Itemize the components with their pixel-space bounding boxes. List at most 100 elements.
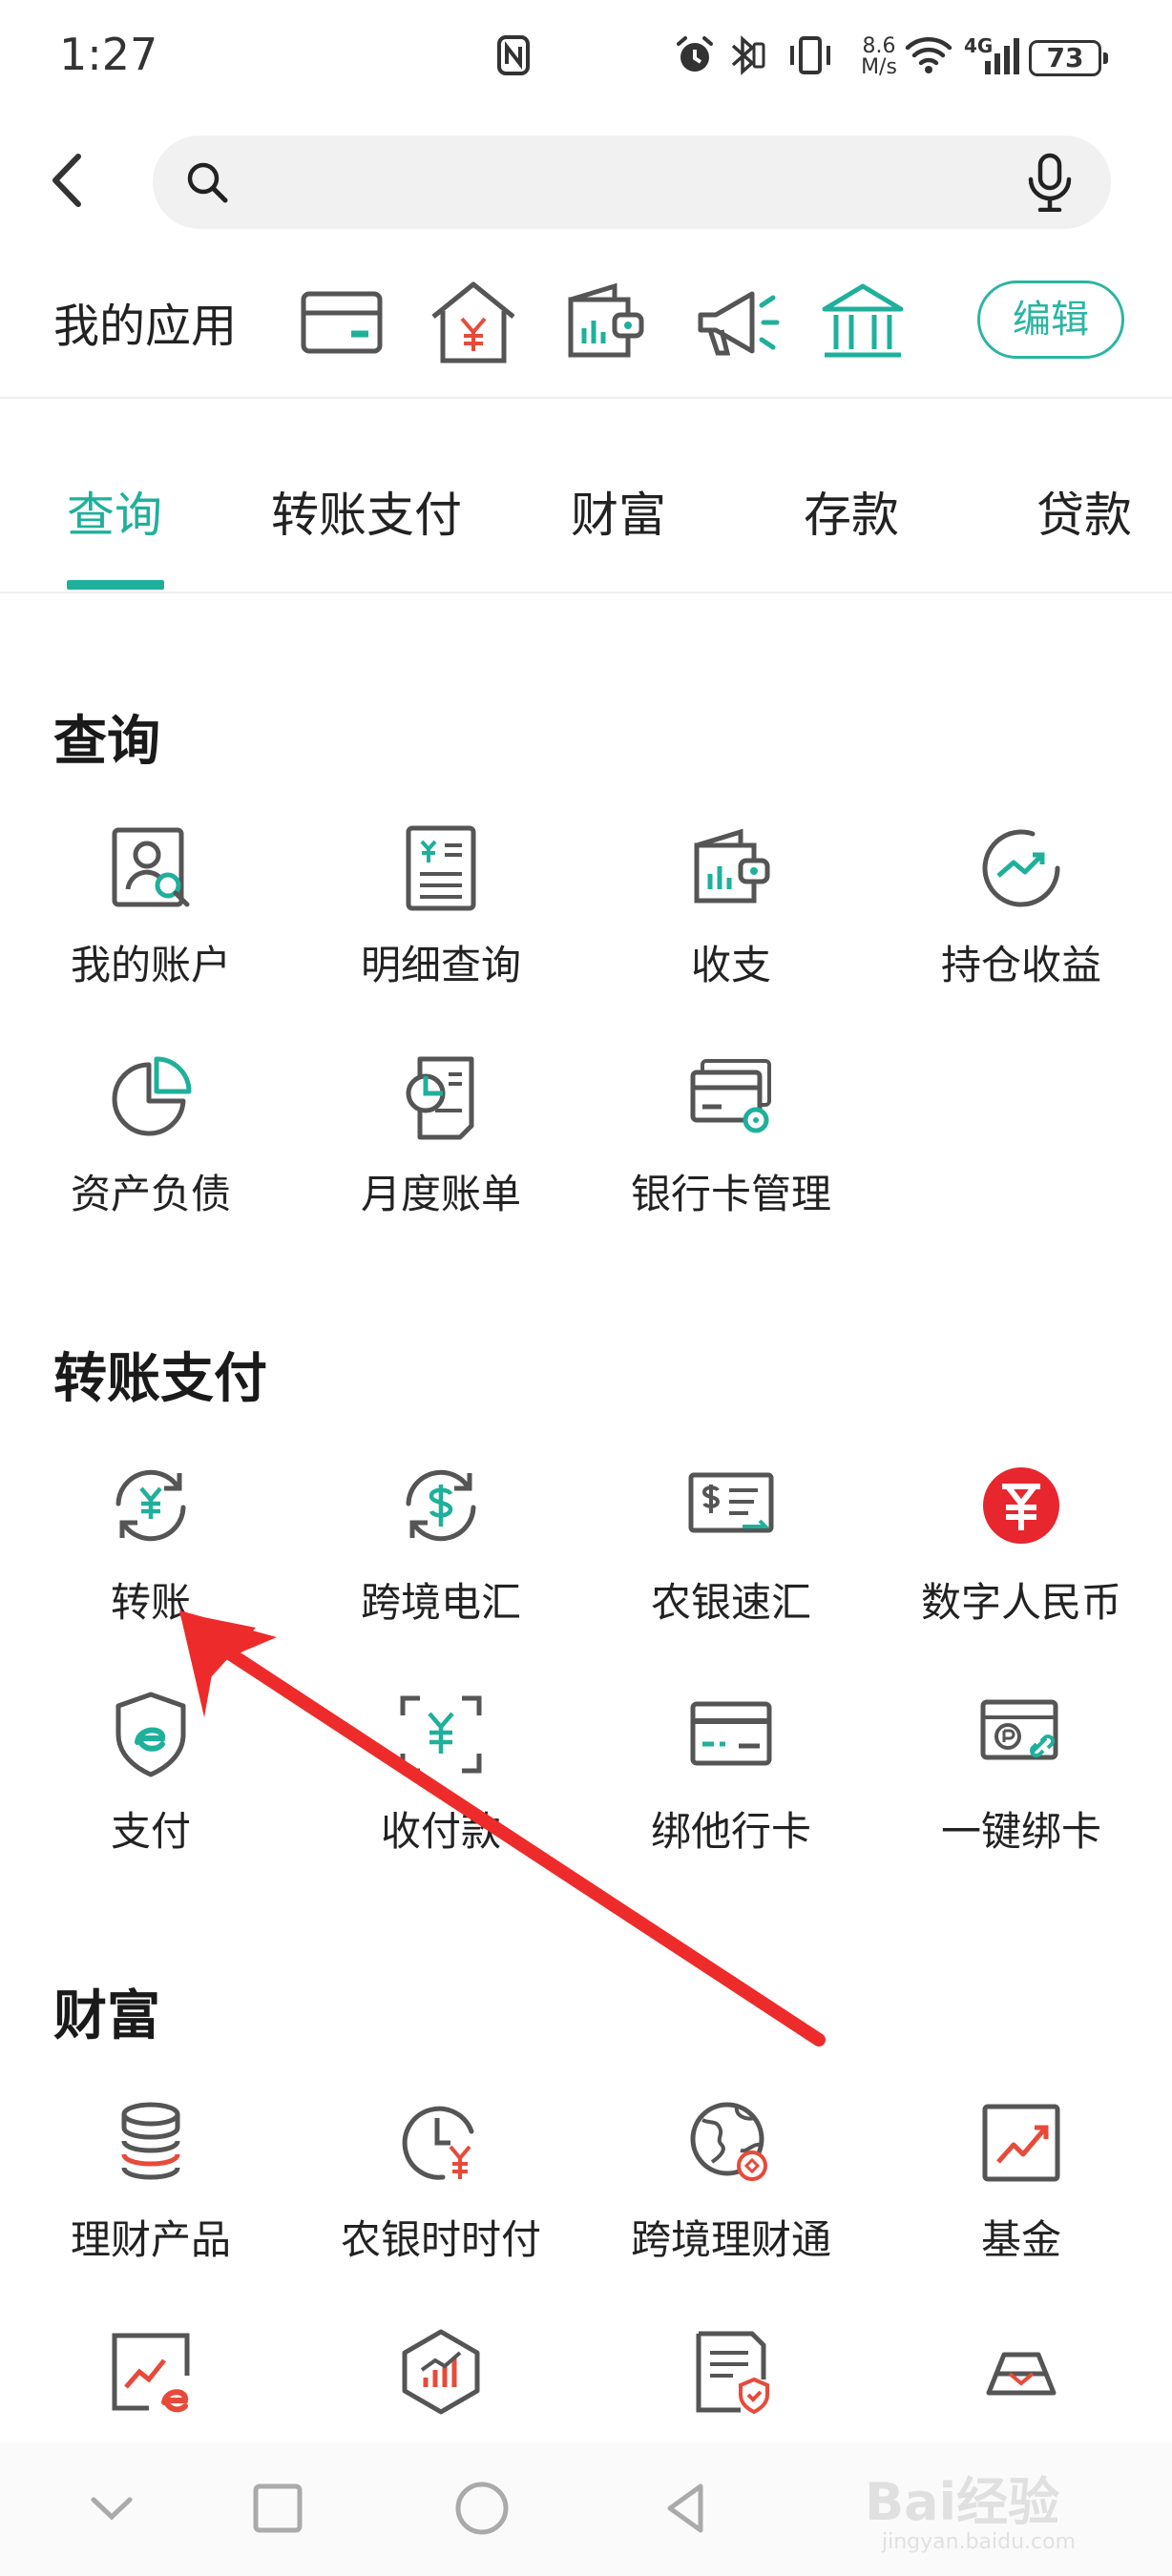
divider — [0, 592, 1172, 593]
wealth-item-fund[interactable]: 基金 — [878, 2097, 1164, 2266]
card-settings-icon — [690, 1059, 771, 1133]
tab-deposit[interactable]: 存款 — [804, 477, 899, 546]
item-label: 跨境电汇 — [360, 1579, 521, 1626]
transfer-item-bind-other-card[interactable]: 绑他行卡 — [588, 1689, 874, 1858]
item-label: 绑他行卡 — [650, 1808, 811, 1855]
edit-button[interactable]: 编辑 — [977, 280, 1124, 359]
e-chart-icon — [112, 2333, 190, 2413]
hexagon-chart-icon — [402, 2329, 480, 2415]
wealth-item-gold[interactable] — [878, 2326, 1164, 2418]
watermark-logo: Bai经验 — [865, 2472, 1060, 2532]
wealth-item-financial-products[interactable]: 理财产品 — [8, 2097, 294, 2266]
card-link-icon — [980, 1699, 1058, 1760]
divider — [0, 397, 1172, 399]
search-input[interactable] — [248, 155, 977, 212]
coin-stack-icon — [121, 2102, 180, 2180]
watermark-url: jingyan.baidu.com — [882, 2530, 1077, 2554]
search-icon — [187, 162, 228, 203]
vibrate-icon — [786, 32, 834, 78]
query-item-card-management[interactable]: 银行卡管理 — [588, 1051, 874, 1220]
tab-active-indicator — [67, 580, 164, 590]
item-label: 我的账户 — [70, 942, 231, 988]
item-label: 月度账单 — [360, 1171, 521, 1217]
microphone-icon[interactable] — [1023, 153, 1077, 212]
item-label: 基金 — [980, 2216, 1061, 2263]
network-type: 4G — [964, 34, 994, 57]
item-label: 收支 — [690, 942, 771, 988]
transfer-item-one-click-bind[interactable]: 一键绑卡 — [878, 1689, 1164, 1858]
network-speed: 8.6 M/s — [861, 34, 897, 79]
item-label: 数字人民币 — [920, 1579, 1121, 1626]
wallet-chart-icon — [694, 828, 770, 904]
fund-chart-icon — [982, 2104, 1060, 2182]
trend-circle-icon — [982, 829, 1060, 907]
item-label: 农银时时付 — [340, 2216, 541, 2263]
query-item-income-expense[interactable]: 收支 — [588, 822, 874, 991]
pie-chart-icon — [112, 1056, 192, 1136]
transfer-item-receive-pay[interactable]: 收付款 — [298, 1689, 584, 1858]
wealth-item-abc-anytime-pay[interactable]: 农银时时付 — [298, 2097, 584, 2266]
tab-transfer-payment[interactable]: 转账支付 — [271, 477, 462, 546]
item-label: 理财产品 — [70, 2216, 231, 2263]
account-search-icon — [112, 827, 190, 907]
alarm-icon — [674, 32, 716, 78]
tab-query[interactable]: 查询 — [67, 477, 162, 546]
item-label: 跨境理财通 — [630, 2216, 831, 2263]
wealth-item-document-shield[interactable] — [588, 2326, 874, 2418]
wallet-chart-icon[interactable] — [559, 277, 651, 368]
watermark: Bai经验 jingyan.baidu.com — [859, 2442, 1164, 2576]
home-icon[interactable] — [449, 2475, 515, 2542]
status-time: 1:27 — [59, 29, 158, 80]
scan-yuan-icon — [400, 1695, 482, 1774]
query-item-assets-liabilities[interactable]: 资产负债 — [8, 1051, 294, 1220]
e-pay-shield-icon — [115, 1692, 186, 1777]
query-item-monthly-bill[interactable]: 月度账单 — [298, 1051, 584, 1220]
query-item-statement[interactable]: 明细查询 — [298, 822, 584, 991]
query-item-my-account[interactable]: 我的账户 — [8, 822, 294, 991]
transfer-item-transfer[interactable]: 转账 — [8, 1460, 294, 1629]
my-apps-label: 我的应用 — [53, 300, 238, 353]
wifi-icon — [905, 32, 952, 78]
query-item-position-income[interactable]: 持仓收益 — [878, 822, 1164, 991]
monthly-bill-icon — [406, 1056, 474, 1140]
tab-loan[interactable]: 贷款 — [1036, 477, 1132, 546]
gold-bar-icon — [986, 2352, 1057, 2396]
item-label: 农银速汇 — [650, 1579, 811, 1626]
item-label: 一键绑卡 — [940, 1808, 1101, 1855]
nfc-icon — [494, 32, 533, 78]
clock-yuan-icon — [402, 2106, 474, 2180]
item-label: 持仓收益 — [940, 942, 1101, 988]
wealth-item-hexagon-chart[interactable] — [298, 2326, 584, 2418]
dollar-refresh-icon — [406, 1469, 476, 1542]
section-title-transfer: 转账支付 — [53, 1348, 267, 1410]
section-title-query: 查询 — [53, 711, 160, 773]
bank-icon[interactable] — [817, 277, 909, 368]
transfer-item-digital-rmb[interactable]: 数字人民币 — [878, 1460, 1164, 1629]
globe-icon — [690, 2102, 767, 2181]
megaphone-icon[interactable] — [691, 277, 783, 368]
yuan-refresh-icon — [115, 1469, 186, 1542]
wealth-item-e-chart[interactable] — [8, 2326, 294, 2418]
card-icon[interactable] — [296, 277, 387, 368]
back-arrow-icon[interactable] — [40, 147, 97, 214]
item-label: 明细查询 — [360, 942, 521, 988]
section-title-wealth: 财富 — [53, 1985, 160, 2047]
signal-icon: 4G — [964, 32, 1021, 78]
battery-indicator: 73 — [1029, 40, 1108, 76]
item-label: 支付 — [110, 1808, 191, 1855]
statement-icon — [406, 825, 476, 911]
recent-apps-icon[interactable] — [244, 2475, 311, 2542]
back-icon[interactable] — [653, 2475, 720, 2542]
chevron-down-icon[interactable] — [78, 2475, 145, 2542]
digital-rmb-icon — [983, 1467, 1059, 1544]
wealth-item-cross-border-wealth[interactable]: 跨境理财通 — [588, 2097, 874, 2266]
transfer-item-pay[interactable]: 支付 — [8, 1689, 294, 1858]
transfer-item-cross-border-wire[interactable]: 跨境电汇 — [298, 1460, 584, 1629]
transfer-item-abc-quick-remit[interactable]: 农银速汇 — [588, 1460, 874, 1629]
item-label: 银行卡管理 — [630, 1171, 831, 1217]
house-yuan-icon[interactable] — [428, 277, 519, 368]
tab-wealth[interactable]: 财富 — [571, 477, 666, 546]
document-shield-icon — [696, 2331, 769, 2415]
dollar-bill-icon — [688, 1472, 774, 1533]
search-bar[interactable] — [153, 135, 1111, 229]
